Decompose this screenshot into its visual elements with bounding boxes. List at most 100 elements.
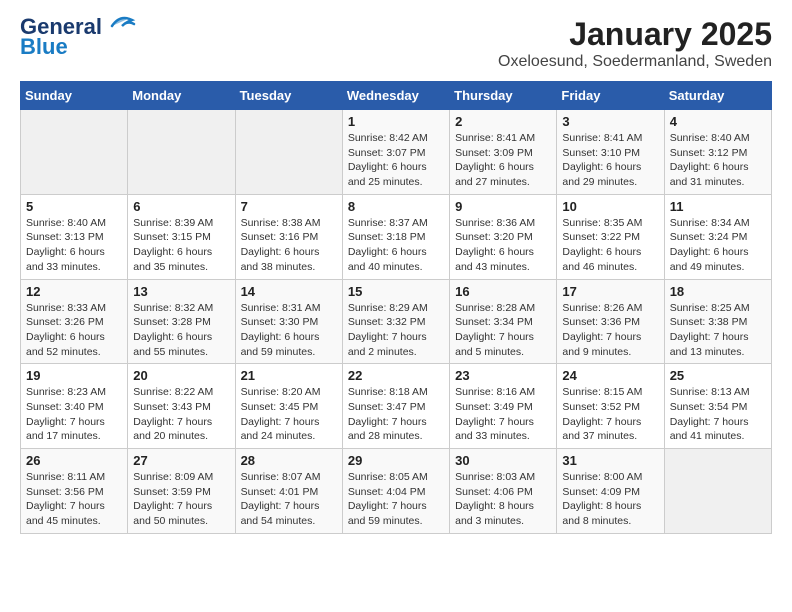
day-info: Sunrise: 8:41 AM Sunset: 3:10 PM Dayligh… [562, 131, 658, 190]
calendar-cell: 9Sunrise: 8:36 AM Sunset: 3:20 PM Daylig… [450, 194, 557, 279]
day-number: 27 [133, 453, 229, 468]
calendar-cell: 7 Sunrise: 8:38 AM Sunset: 3:16 PM Daylig… [235, 194, 342, 279]
day-info: Sunrise: 8:40 AM Sunset: 3:12 PM Dayligh… [670, 131, 766, 190]
day-number: 16 [455, 284, 551, 299]
day-info: Sunrise: 8:05 AM Sunset: 4:04 PM Dayligh… [348, 470, 444, 529]
day-number: 30 [455, 453, 551, 468]
day-number: 24 [562, 368, 658, 383]
calendar-table: SundayMondayTuesdayWednesdayThursdayFrid… [20, 81, 772, 534]
calendar-cell: 20Sunrise: 8:22 AM Sunset: 3:43 PM Dayli… [128, 364, 235, 449]
logo: General Blue [20, 16, 136, 60]
weekday-header-wednesday: Wednesday [342, 82, 449, 110]
calendar-cell: 6 Sunrise: 8:39 AM Sunset: 3:15 PM Daylig… [128, 194, 235, 279]
calendar-cell: 5 Sunrise: 8:40 AM Sunset: 3:13 PM Daylig… [21, 194, 128, 279]
calendar-cell: 8 Sunrise: 8:37 AM Sunset: 3:18 PM Daylig… [342, 194, 449, 279]
calendar-cell: 26 Sunrise: 8:11 AM Sunset: 3:56 PM Dayli… [21, 449, 128, 534]
day-info: Sunrise: 8:41 AM Sunset: 3:09 PM Dayligh… [455, 131, 551, 190]
day-info: Sunrise: 8:28 AM Sunset: 3:34 PM Dayligh… [455, 301, 551, 360]
calendar-cell: 23Sunrise: 8:16 AM Sunset: 3:49 PM Dayli… [450, 364, 557, 449]
calendar-cell: 27 Sunrise: 8:09 AM Sunset: 3:59 PM Dayli… [128, 449, 235, 534]
weekday-header-tuesday: Tuesday [235, 82, 342, 110]
calendar-week-2: 5 Sunrise: 8:40 AM Sunset: 3:13 PM Daylig… [21, 194, 772, 279]
day-number: 4 [670, 114, 766, 129]
calendar-cell: 2 Sunrise: 8:41 AM Sunset: 3:09 PM Daylig… [450, 110, 557, 195]
day-number: 22 [348, 368, 444, 383]
calendar-cell [128, 110, 235, 195]
day-info: Sunrise: 8:20 AM Sunset: 3:45 PM Dayligh… [241, 385, 337, 444]
calendar-cell: 1Sunrise: 8:42 AM Sunset: 3:07 PM Daylig… [342, 110, 449, 195]
calendar-cell: 19Sunrise: 8:23 AM Sunset: 3:40 PM Dayli… [21, 364, 128, 449]
day-info: Sunrise: 8:00 AM Sunset: 4:09 PM Dayligh… [562, 470, 658, 529]
calendar-cell [664, 449, 771, 534]
calendar-week-3: 12Sunrise: 8:33 AM Sunset: 3:26 PM Dayli… [21, 279, 772, 364]
day-number: 15 [348, 284, 444, 299]
day-number: 14 [241, 284, 337, 299]
page-title: January 2025 [498, 16, 772, 53]
day-info: Sunrise: 8:29 AM Sunset: 3:32 PM Dayligh… [348, 301, 444, 360]
calendar-cell: 21 Sunrise: 8:20 AM Sunset: 3:45 PM Dayli… [235, 364, 342, 449]
calendar-week-1: 1Sunrise: 8:42 AM Sunset: 3:07 PM Daylig… [21, 110, 772, 195]
day-info: Sunrise: 8:16 AM Sunset: 3:49 PM Dayligh… [455, 385, 551, 444]
day-number: 21 [241, 368, 337, 383]
day-info: Sunrise: 8:31 AM Sunset: 3:30 PM Dayligh… [241, 301, 337, 360]
day-info: Sunrise: 8:07 AM Sunset: 4:01 PM Dayligh… [241, 470, 337, 529]
calendar-cell: 16 Sunrise: 8:28 AM Sunset: 3:34 PM Dayli… [450, 279, 557, 364]
day-number: 10 [562, 199, 658, 214]
day-info: Sunrise: 8:39 AM Sunset: 3:15 PM Dayligh… [133, 216, 229, 275]
calendar-cell: 28Sunrise: 8:07 AM Sunset: 4:01 PM Dayli… [235, 449, 342, 534]
calendar-cell [235, 110, 342, 195]
calendar-cell: 14 Sunrise: 8:31 AM Sunset: 3:30 PM Dayli… [235, 279, 342, 364]
weekday-header-row: SundayMondayTuesdayWednesdayThursdayFrid… [21, 82, 772, 110]
day-number: 31 [562, 453, 658, 468]
day-number: 8 [348, 199, 444, 214]
day-number: 26 [26, 453, 122, 468]
day-number: 17 [562, 284, 658, 299]
day-number: 11 [670, 199, 766, 214]
day-info: Sunrise: 8:03 AM Sunset: 4:06 PM Dayligh… [455, 470, 551, 529]
calendar-cell: 11 Sunrise: 8:34 AM Sunset: 3:24 PM Dayli… [664, 194, 771, 279]
calendar-cell: 24Sunrise: 8:15 AM Sunset: 3:52 PM Dayli… [557, 364, 664, 449]
logo-bird-icon [104, 12, 136, 34]
page-subtitle: Oxeloesund, Soedermanland, Sweden [498, 53, 772, 71]
day-number: 7 [241, 199, 337, 214]
calendar-week-4: 19Sunrise: 8:23 AM Sunset: 3:40 PM Dayli… [21, 364, 772, 449]
day-info: Sunrise: 8:09 AM Sunset: 3:59 PM Dayligh… [133, 470, 229, 529]
day-info: Sunrise: 8:18 AM Sunset: 3:47 PM Dayligh… [348, 385, 444, 444]
day-number: 12 [26, 284, 122, 299]
day-info: Sunrise: 8:34 AM Sunset: 3:24 PM Dayligh… [670, 216, 766, 275]
calendar-cell: 3Sunrise: 8:41 AM Sunset: 3:10 PM Daylig… [557, 110, 664, 195]
day-number: 6 [133, 199, 229, 214]
day-number: 29 [348, 453, 444, 468]
day-info: Sunrise: 8:38 AM Sunset: 3:16 PM Dayligh… [241, 216, 337, 275]
weekday-header-sunday: Sunday [21, 82, 128, 110]
day-info: Sunrise: 8:13 AM Sunset: 3:54 PM Dayligh… [670, 385, 766, 444]
calendar-cell: 12Sunrise: 8:33 AM Sunset: 3:26 PM Dayli… [21, 279, 128, 364]
calendar-cell: 30 Sunrise: 8:03 AM Sunset: 4:06 PM Dayli… [450, 449, 557, 534]
day-info: Sunrise: 8:32 AM Sunset: 3:28 PM Dayligh… [133, 301, 229, 360]
day-info: Sunrise: 8:11 AM Sunset: 3:56 PM Dayligh… [26, 470, 122, 529]
day-info: Sunrise: 8:25 AM Sunset: 3:38 PM Dayligh… [670, 301, 766, 360]
day-info: Sunrise: 8:23 AM Sunset: 3:40 PM Dayligh… [26, 385, 122, 444]
day-number: 13 [133, 284, 229, 299]
day-info: Sunrise: 8:36 AM Sunset: 3:20 PM Dayligh… [455, 216, 551, 275]
calendar-cell: 22 Sunrise: 8:18 AM Sunset: 3:47 PM Dayli… [342, 364, 449, 449]
calendar-cell: 31 Sunrise: 8:00 AM Sunset: 4:09 PM Dayli… [557, 449, 664, 534]
day-info: Sunrise: 8:35 AM Sunset: 3:22 PM Dayligh… [562, 216, 658, 275]
day-number: 2 [455, 114, 551, 129]
weekday-header-friday: Friday [557, 82, 664, 110]
day-number: 25 [670, 368, 766, 383]
calendar-cell [21, 110, 128, 195]
day-info: Sunrise: 8:26 AM Sunset: 3:36 PM Dayligh… [562, 301, 658, 360]
calendar-cell: 17 Sunrise: 8:26 AM Sunset: 3:36 PM Dayli… [557, 279, 664, 364]
day-number: 5 [26, 199, 122, 214]
weekday-header-thursday: Thursday [450, 82, 557, 110]
day-info: Sunrise: 8:37 AM Sunset: 3:18 PM Dayligh… [348, 216, 444, 275]
calendar-cell: 13 Sunrise: 8:32 AM Sunset: 3:28 PM Dayli… [128, 279, 235, 364]
title-area: January 2025 Oxeloesund, Soedermanland, … [498, 16, 772, 71]
calendar-cell: 18Sunrise: 8:25 AM Sunset: 3:38 PM Dayli… [664, 279, 771, 364]
day-info: Sunrise: 8:40 AM Sunset: 3:13 PM Dayligh… [26, 216, 122, 275]
calendar-cell: 4 Sunrise: 8:40 AM Sunset: 3:12 PM Daylig… [664, 110, 771, 195]
calendar-cell: 29 Sunrise: 8:05 AM Sunset: 4:04 PM Dayli… [342, 449, 449, 534]
weekday-header-monday: Monday [128, 82, 235, 110]
day-number: 1 [348, 114, 444, 129]
